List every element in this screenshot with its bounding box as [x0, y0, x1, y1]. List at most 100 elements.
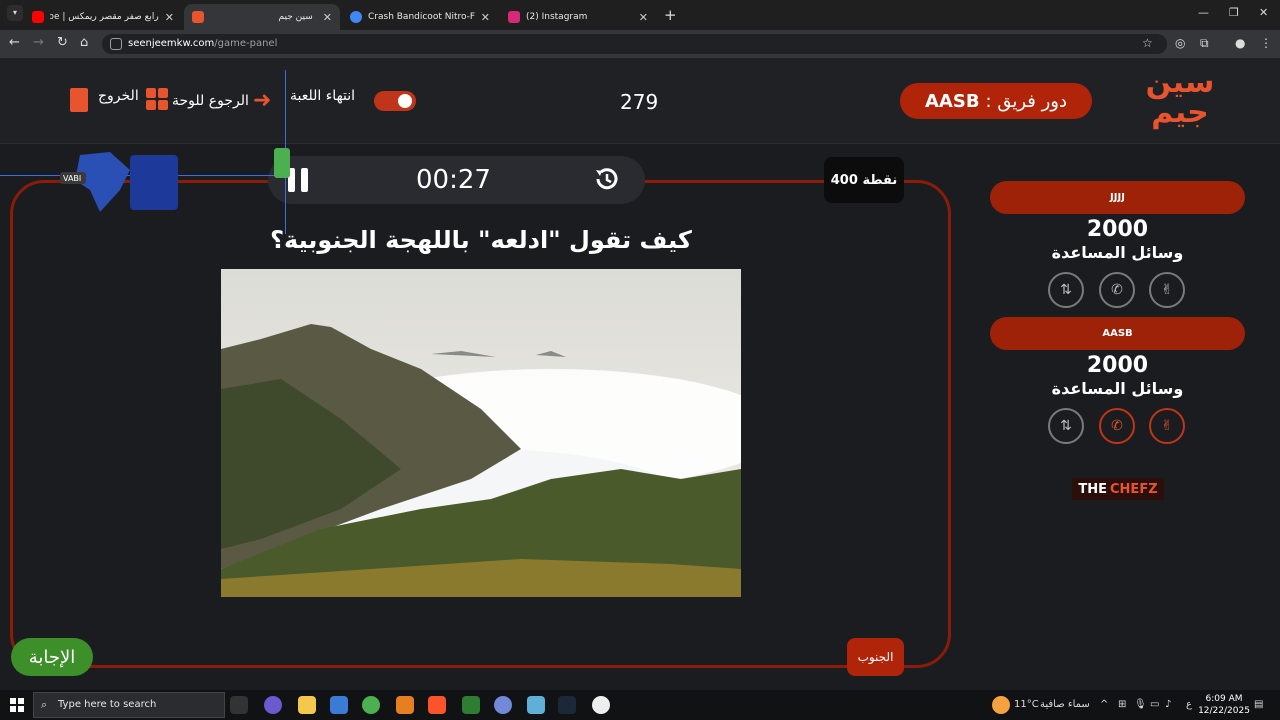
- tray-chevron-icon[interactable]: ^: [1100, 699, 1108, 710]
- team-name-badge: AASB: [990, 317, 1245, 350]
- two-answers-icon[interactable]: ✌: [1149, 272, 1185, 308]
- seenjeem-logo[interactable]: سين جيم: [1140, 68, 1220, 128]
- incognito-icon[interactable]: ◎: [1175, 36, 1185, 50]
- close-tab-icon[interactable]: ✕: [481, 11, 490, 24]
- clock-date: 12/22/2025: [1198, 706, 1250, 716]
- app-book-icon[interactable]: [527, 696, 545, 714]
- reload-icon[interactable]: ↻: [57, 35, 68, 50]
- score-counter: 279: [620, 90, 659, 114]
- sponsor-logo[interactable]: THE CHEFZ: [1072, 478, 1164, 500]
- reset-timer-icon[interactable]: [592, 164, 622, 194]
- pause-icon[interactable]: [288, 168, 310, 192]
- board-grid-icon: [146, 88, 168, 110]
- exit-door-icon: [70, 88, 88, 112]
- url-field[interactable]: seenjeemkw.com/game-panel: [102, 34, 1167, 54]
- sponsor-the: THE: [1078, 481, 1108, 497]
- notifications-icon[interactable]: ▤: [1254, 699, 1263, 710]
- tab-title: رابع صفر مقصر ريمكس | YouTube: [50, 12, 159, 22]
- close-tab-icon[interactable]: ✕: [165, 11, 174, 24]
- team-aids-label: وسائل المساعدة: [1051, 243, 1184, 262]
- task-view-icon[interactable]: [230, 696, 248, 714]
- sponsor-chefz: CHEFZ: [1110, 481, 1158, 497]
- weather-text: سماء صافية: [1040, 699, 1090, 710]
- exit-label: الخروج: [98, 88, 139, 104]
- region-badge: الجنوب: [847, 638, 904, 676]
- taskbar-search-placeholder: Type here to search: [58, 699, 157, 710]
- new-tab-icon[interactable]: +: [664, 6, 677, 24]
- end-game-button[interactable]: انتهاء اللعبة: [290, 88, 355, 104]
- team-score: 2000: [1086, 353, 1149, 378]
- tab-title: سين جيم: [278, 12, 313, 22]
- turn-label: دور فريق :: [985, 90, 1068, 112]
- swap-icon[interactable]: ⇅: [1048, 272, 1084, 308]
- file-explorer-icon[interactable]: [298, 696, 316, 714]
- show-answer-button[interactable]: الإجابة: [11, 638, 93, 676]
- address-bar-row: ← → ↻ ⌂ seenjeemkw.com/game-panel ☆ ◎ ⧉ …: [0, 30, 1280, 58]
- end-game-label: انتهاء اللعبة: [290, 88, 356, 104]
- discord-icon[interactable]: [494, 696, 512, 714]
- drink-can-overlay: [274, 148, 290, 178]
- instagram-icon: [508, 11, 520, 23]
- microphone-icon[interactable]: 🎙: [1134, 699, 1147, 710]
- end-game-toggle[interactable]: [374, 91, 416, 111]
- windows-start-icon[interactable]: [10, 698, 24, 712]
- phone-icon[interactable]: ✆: [1099, 408, 1135, 444]
- url-path: /game-panel: [214, 38, 278, 49]
- minimize-icon[interactable]: —: [1198, 6, 1209, 19]
- back-icon[interactable]: ←: [9, 35, 20, 50]
- tab-seenjeem[interactable]: سين جيم ✕: [184, 4, 340, 30]
- browser-tab-bar: ▾ رابع صفر مقصر ريمكس | YouTube ✕ سين جي…: [0, 0, 1280, 30]
- tab-search-icon[interactable]: ▾: [7, 5, 23, 21]
- copilot-icon[interactable]: [264, 696, 282, 714]
- exit-door-icon-wrap[interactable]: [70, 88, 88, 112]
- xbox-icon[interactable]: [462, 696, 480, 714]
- site-info-icon[interactable]: [110, 38, 122, 50]
- team-turn-badge: دور فريق : AASB: [900, 83, 1092, 119]
- home-icon[interactable]: ⌂: [80, 35, 88, 50]
- volume-icon[interactable]: ♪: [1165, 699, 1171, 710]
- tab-crash[interactable]: Crash Bandicoot Nitro-Fueled - ✕: [342, 4, 498, 30]
- input-language[interactable]: ع: [1186, 699, 1192, 710]
- google-icon: [350, 11, 362, 23]
- overlay-tag: VABI: [63, 174, 81, 183]
- tray-app-icon[interactable]: ⊞: [1118, 699, 1126, 710]
- more-menu-icon[interactable]: ⋮: [1260, 36, 1272, 50]
- brave-icon[interactable]: [428, 696, 446, 714]
- team-aids-label: وسائل المساعدة: [1051, 379, 1184, 398]
- chrome-icon[interactable]: [362, 696, 380, 714]
- weather-icon[interactable]: [992, 696, 1010, 714]
- obs-icon[interactable]: [592, 696, 610, 714]
- extensions-icon[interactable]: ⧉: [1200, 36, 1209, 51]
- game-panel: سين جيم دور فريق : AASB 279 انتهاء اللعب…: [0, 58, 1280, 690]
- clock-time: 6:09 AM: [1205, 694, 1243, 704]
- back-to-board-button[interactable]: الرجوع للوحة ➜: [172, 88, 271, 113]
- timer-bar: 00:27: [268, 156, 645, 204]
- arrow-right-icon: ➜: [252, 88, 272, 113]
- seenjeem-favicon-icon: [192, 11, 204, 23]
- game-header: سين جيم دور فريق : AASB 279 انتهاء اللعب…: [0, 58, 1280, 144]
- store-icon[interactable]: [330, 696, 348, 714]
- taskbar-search-box[interactable]: ⌕ Type here to search: [33, 692, 225, 718]
- profile-icon[interactable]: ●: [1235, 36, 1245, 50]
- forward-icon[interactable]: →: [33, 35, 44, 50]
- windows-taskbar: ⌕ Type here to search 11°C سماء صافية ^ …: [0, 690, 1280, 720]
- board-grid-icon-wrap[interactable]: [146, 88, 168, 110]
- close-tab-icon[interactable]: ✕: [639, 11, 648, 24]
- two-answers-icon[interactable]: ✌: [1149, 408, 1185, 444]
- team-name-badge: JJJJ: [990, 181, 1245, 214]
- tab-instagram[interactable]: (2) Instagram ✕: [500, 4, 656, 30]
- tab-youtube[interactable]: رابع صفر مقصر ريمكس | YouTube ✕: [24, 4, 182, 30]
- swap-icon[interactable]: ⇅: [1048, 408, 1084, 444]
- phone-icon[interactable]: ✆: [1099, 272, 1135, 308]
- system-clock[interactable]: 6:09 AM 12/22/2025: [1196, 693, 1252, 717]
- exit-button[interactable]: الخروج: [98, 88, 139, 104]
- restore-icon[interactable]: ❐: [1229, 6, 1239, 19]
- app-a-icon[interactable]: [396, 696, 414, 714]
- close-tab-icon[interactable]: ✕: [323, 11, 332, 24]
- question-text: كيف تقول "ادلعه" باللهجة الجنوبية؟: [270, 226, 692, 254]
- turn-team: AASB: [925, 90, 980, 112]
- network-icon[interactable]: ▭: [1150, 699, 1159, 710]
- bookmark-star-icon[interactable]: ☆: [1142, 36, 1153, 50]
- close-window-icon[interactable]: ✕: [1259, 6, 1268, 19]
- steam-icon[interactable]: [558, 696, 576, 714]
